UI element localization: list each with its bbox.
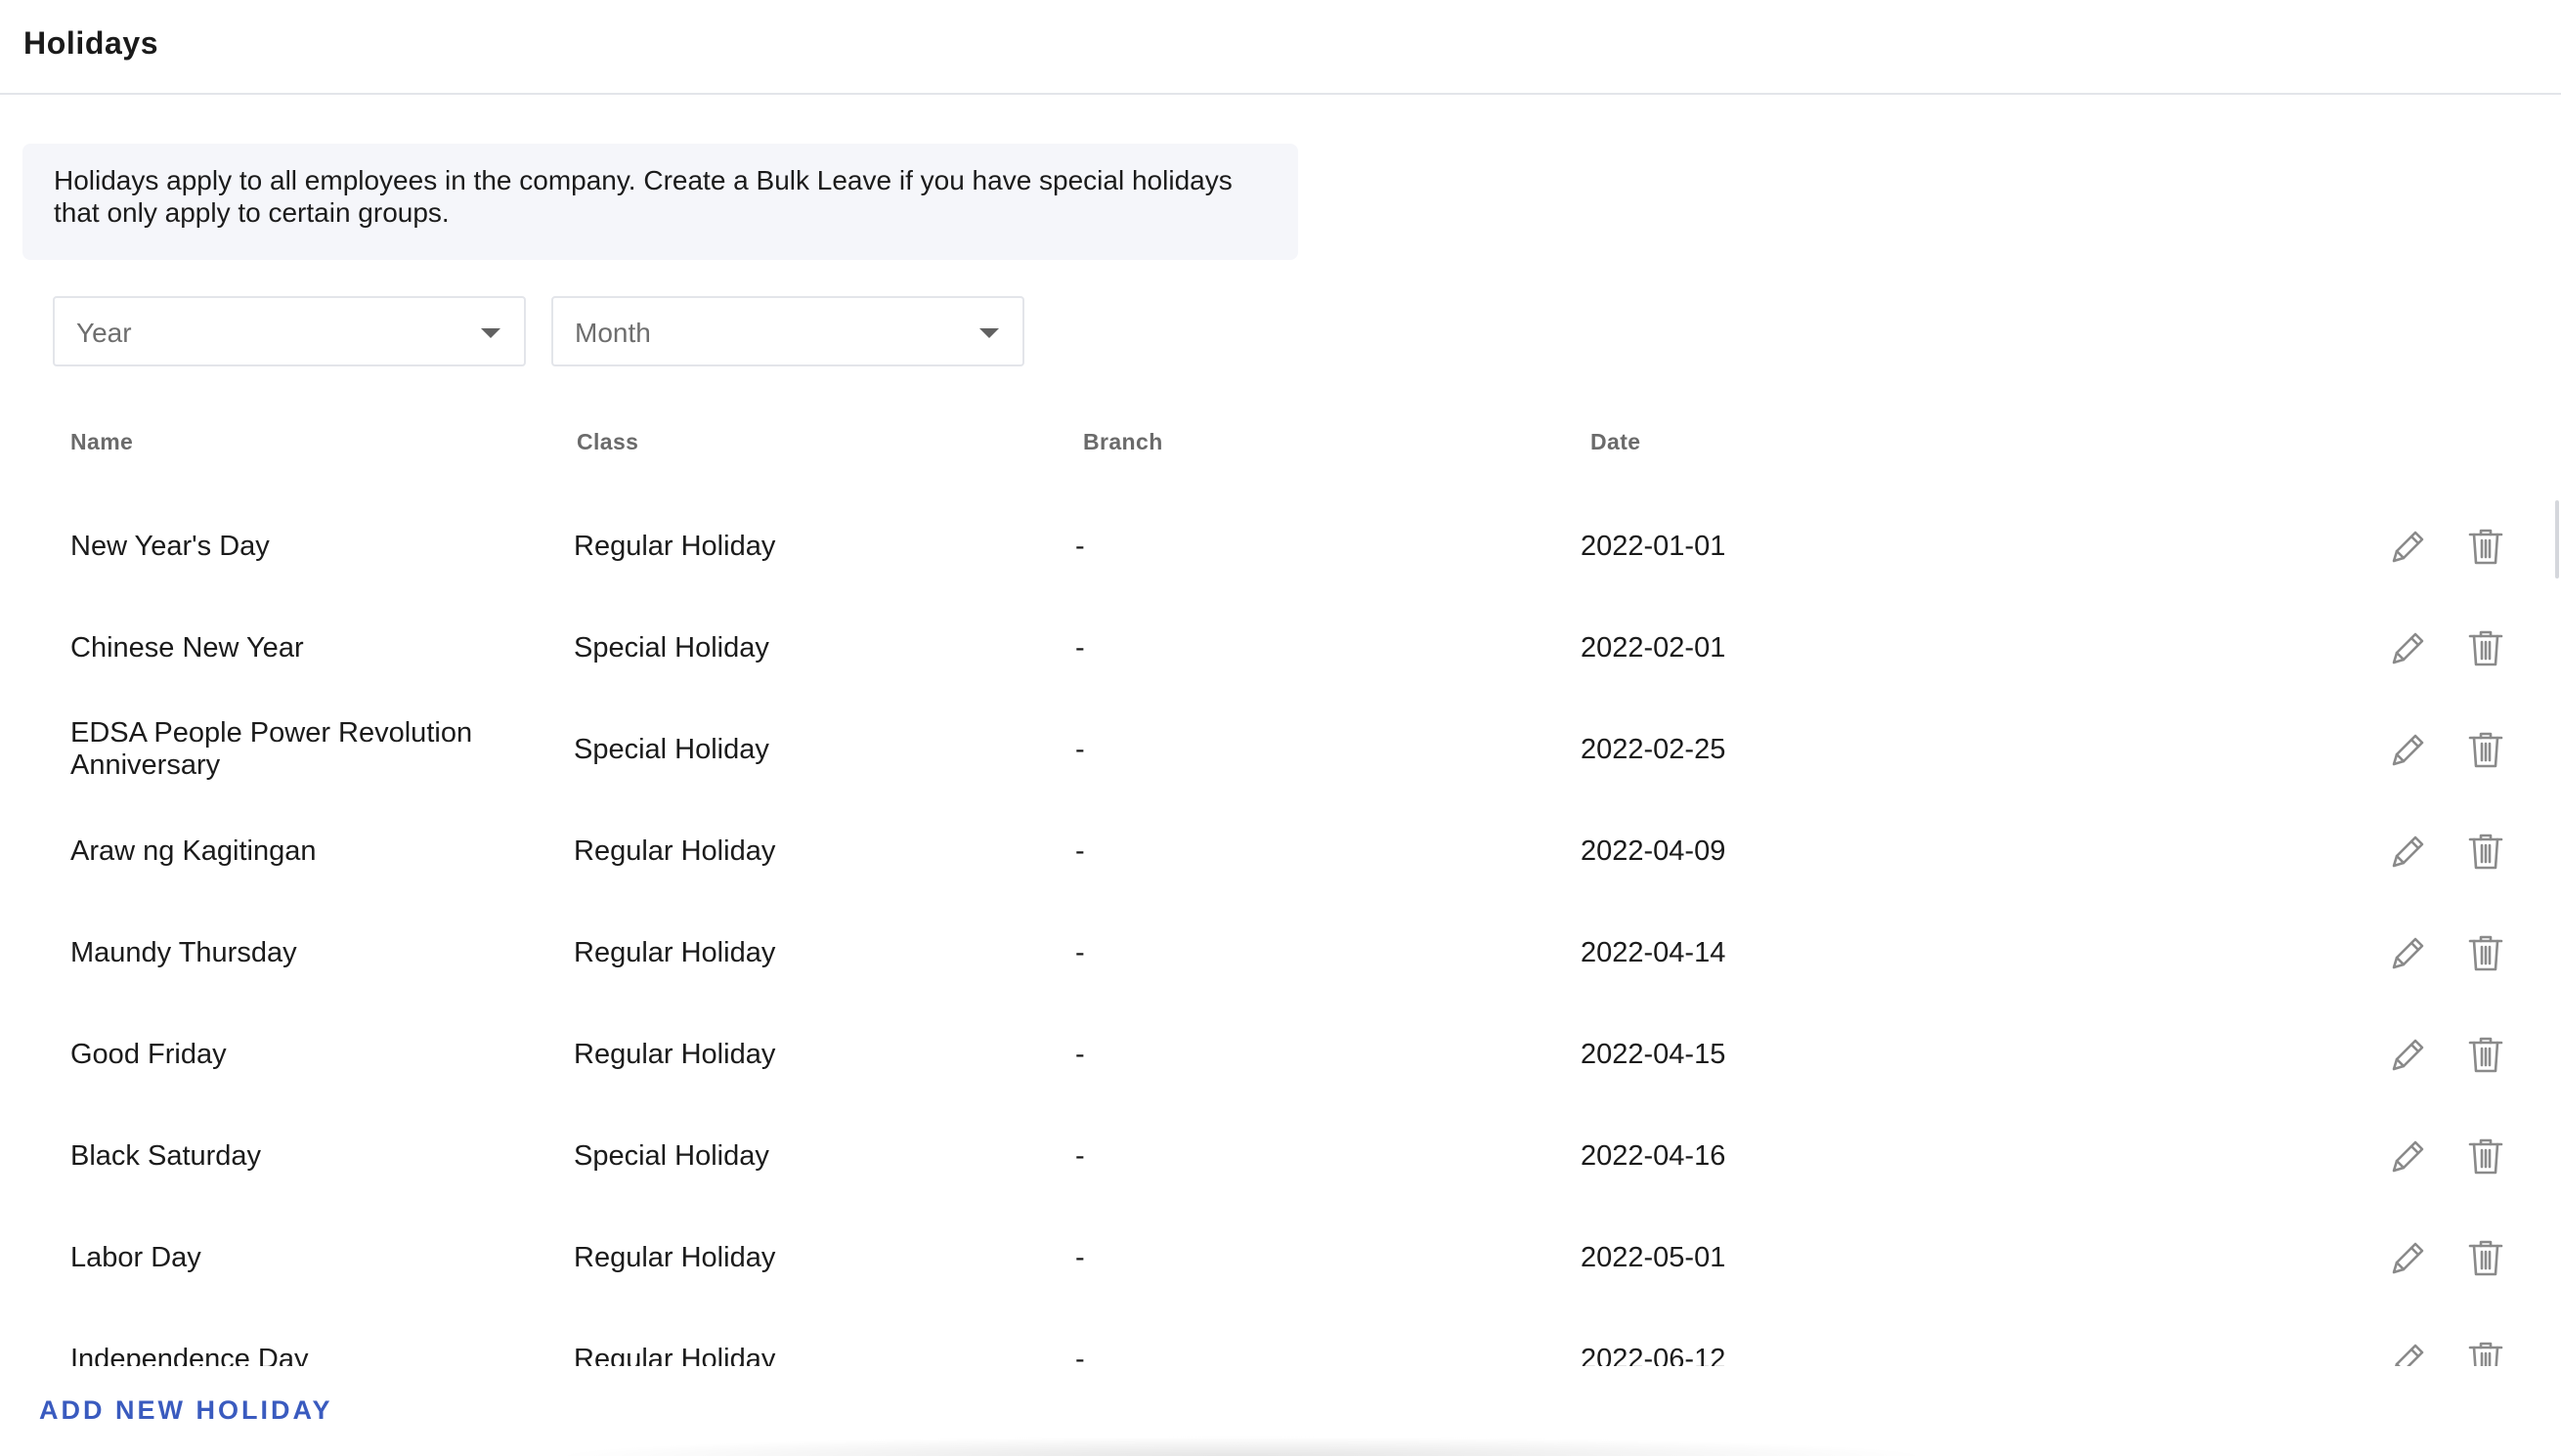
- holiday-name: Chinese New Year: [70, 631, 304, 664]
- page-title: Holidays: [23, 25, 159, 61]
- delete-holiday-button[interactable]: [2462, 523, 2509, 570]
- holiday-name: Araw ng Kagitingan: [70, 835, 317, 867]
- holiday-name: EDSA People Power Revolution Anniversary: [70, 717, 473, 781]
- holiday-name: Maundy Thursday: [70, 936, 297, 968]
- holiday-date: 2022-04-15: [1581, 1038, 1726, 1070]
- delete-holiday-button[interactable]: [2462, 828, 2509, 875]
- holiday-branch: -: [1075, 1038, 1085, 1070]
- edit-holiday-button[interactable]: [2385, 523, 2432, 570]
- pencil-icon: [2392, 937, 2424, 969]
- delete-holiday-button[interactable]: [2462, 726, 2509, 773]
- scrollbar[interactable]: [2555, 500, 2559, 578]
- pencil-icon: [2392, 835, 2424, 868]
- holiday-class: Regular Holiday: [574, 530, 776, 562]
- holiday-class: Special Holiday: [574, 1139, 769, 1172]
- page-header: Holidays: [0, 0, 2561, 95]
- table-row: Independence Day Regular Holiday - 2022-06-…: [0, 1292, 2561, 1366]
- holiday-class: Regular Holiday: [574, 1241, 776, 1273]
- year-select[interactable]: Year: [53, 296, 526, 366]
- holiday-class: Regular Holiday: [574, 936, 776, 968]
- trash-icon: [2468, 1037, 2503, 1073]
- table-row: Black Saturday Special Holiday - 2022-04-16: [0, 1089, 2561, 1190]
- delete-holiday-button[interactable]: [2462, 1336, 2509, 1366]
- holiday-branch: -: [1075, 631, 1085, 664]
- holiday-date: 2022-04-14: [1581, 936, 1726, 968]
- add-new-holiday-button[interactable]: ADD NEW HOLIDAY: [39, 1395, 333, 1426]
- edit-holiday-button[interactable]: [2385, 929, 2432, 976]
- holiday-name: Labor Day: [70, 1241, 201, 1273]
- holiday-name: Independence Day: [70, 1343, 309, 1367]
- holiday-class: Regular Holiday: [574, 1343, 776, 1367]
- holiday-branch: -: [1075, 835, 1085, 867]
- delete-holiday-button[interactable]: [2462, 929, 2509, 976]
- trash-icon: [2468, 1138, 2503, 1175]
- table-row: Chinese New Year Special Holiday - 2022-02-…: [0, 580, 2561, 682]
- holiday-date: 2022-06-12: [1581, 1343, 1726, 1367]
- table-row: Labor Day Regular Holiday - 2022-05-01: [0, 1190, 2561, 1292]
- table-row: New Year's Day Regular Holiday - 2022-01-01: [0, 479, 2561, 580]
- pencil-icon: [2395, 1344, 2424, 1366]
- column-header-class[interactable]: Class: [577, 429, 638, 455]
- column-header-name[interactable]: Name: [70, 429, 133, 455]
- trash-icon: [2468, 1342, 2503, 1366]
- holiday-name: Black Saturday: [70, 1139, 262, 1172]
- footer-shadow: [547, 1436, 1935, 1456]
- pencil-icon: [2392, 1242, 2424, 1274]
- table-row: Good Friday Regular Holiday - 2022-04-15: [0, 987, 2561, 1089]
- trash-icon: [2468, 1240, 2503, 1276]
- pencil-icon: [2392, 531, 2424, 563]
- pencil-icon: [2392, 1039, 2424, 1071]
- holiday-date: 2022-02-01: [1581, 631, 1726, 664]
- pencil-icon: [2392, 632, 2424, 664]
- holiday-branch: -: [1075, 1241, 1085, 1273]
- table-row: Maundy Thursday Regular Holiday - 2022-04-1…: [0, 885, 2561, 987]
- holiday-date: 2022-04-16: [1581, 1139, 1726, 1172]
- edit-holiday-button[interactable]: [2385, 624, 2432, 671]
- holiday-class: Regular Holiday: [574, 1038, 776, 1070]
- holiday-class: Special Holiday: [574, 733, 769, 765]
- edit-holiday-button[interactable]: [2385, 1234, 2432, 1281]
- delete-holiday-button[interactable]: [2462, 624, 2509, 671]
- holiday-name: New Year's Day: [70, 530, 270, 562]
- holiday-table: New Year's Day Regular Holiday - 2022-01-01…: [0, 479, 2561, 1366]
- edit-holiday-button[interactable]: [2385, 828, 2432, 875]
- delete-holiday-button[interactable]: [2462, 1234, 2509, 1281]
- pencil-icon: [2392, 1140, 2424, 1173]
- holiday-date: 2022-04-09: [1581, 835, 1726, 867]
- year-select-placeholder: Year: [76, 318, 132, 348]
- holiday-branch: -: [1075, 936, 1085, 968]
- holiday-name: Good Friday: [70, 1038, 227, 1070]
- holiday-branch: -: [1075, 1139, 1085, 1172]
- trash-icon: [2468, 834, 2503, 870]
- delete-holiday-button[interactable]: [2462, 1031, 2509, 1078]
- holiday-date: 2022-05-01: [1581, 1241, 1726, 1273]
- delete-holiday-button[interactable]: [2462, 1133, 2509, 1179]
- caret-down-icon: [481, 328, 500, 338]
- holiday-branch: -: [1075, 1343, 1085, 1367]
- holiday-date: 2022-02-25: [1581, 733, 1726, 765]
- trash-icon: [2468, 529, 2503, 565]
- holiday-branch: -: [1075, 530, 1085, 562]
- caret-down-icon: [979, 328, 999, 338]
- trash-icon: [2468, 630, 2503, 666]
- column-header-date[interactable]: Date: [1590, 429, 1640, 455]
- holiday-class: Special Holiday: [574, 631, 769, 664]
- table-row: Araw ng Kagitingan Regular Holiday - 2022-0…: [0, 784, 2561, 885]
- month-select-placeholder: Month: [575, 318, 651, 348]
- edit-holiday-button[interactable]: [2385, 1031, 2432, 1078]
- pencil-icon: [2392, 734, 2424, 766]
- column-header-branch[interactable]: Branch: [1083, 429, 1163, 455]
- holiday-branch: -: [1075, 733, 1085, 765]
- trash-icon: [2468, 732, 2503, 768]
- info-banner: Holidays apply to all employees in the c…: [22, 144, 1298, 260]
- edit-holiday-button[interactable]: [2385, 726, 2432, 773]
- month-select[interactable]: Month: [551, 296, 1024, 366]
- table-row: EDSA People Power Revolution Anniversary…: [0, 682, 2561, 784]
- holiday-date: 2022-01-01: [1581, 530, 1726, 562]
- edit-holiday-button[interactable]: [2385, 1336, 2432, 1366]
- trash-icon: [2468, 935, 2503, 971]
- edit-holiday-button[interactable]: [2385, 1133, 2432, 1179]
- holiday-class: Regular Holiday: [574, 835, 776, 867]
